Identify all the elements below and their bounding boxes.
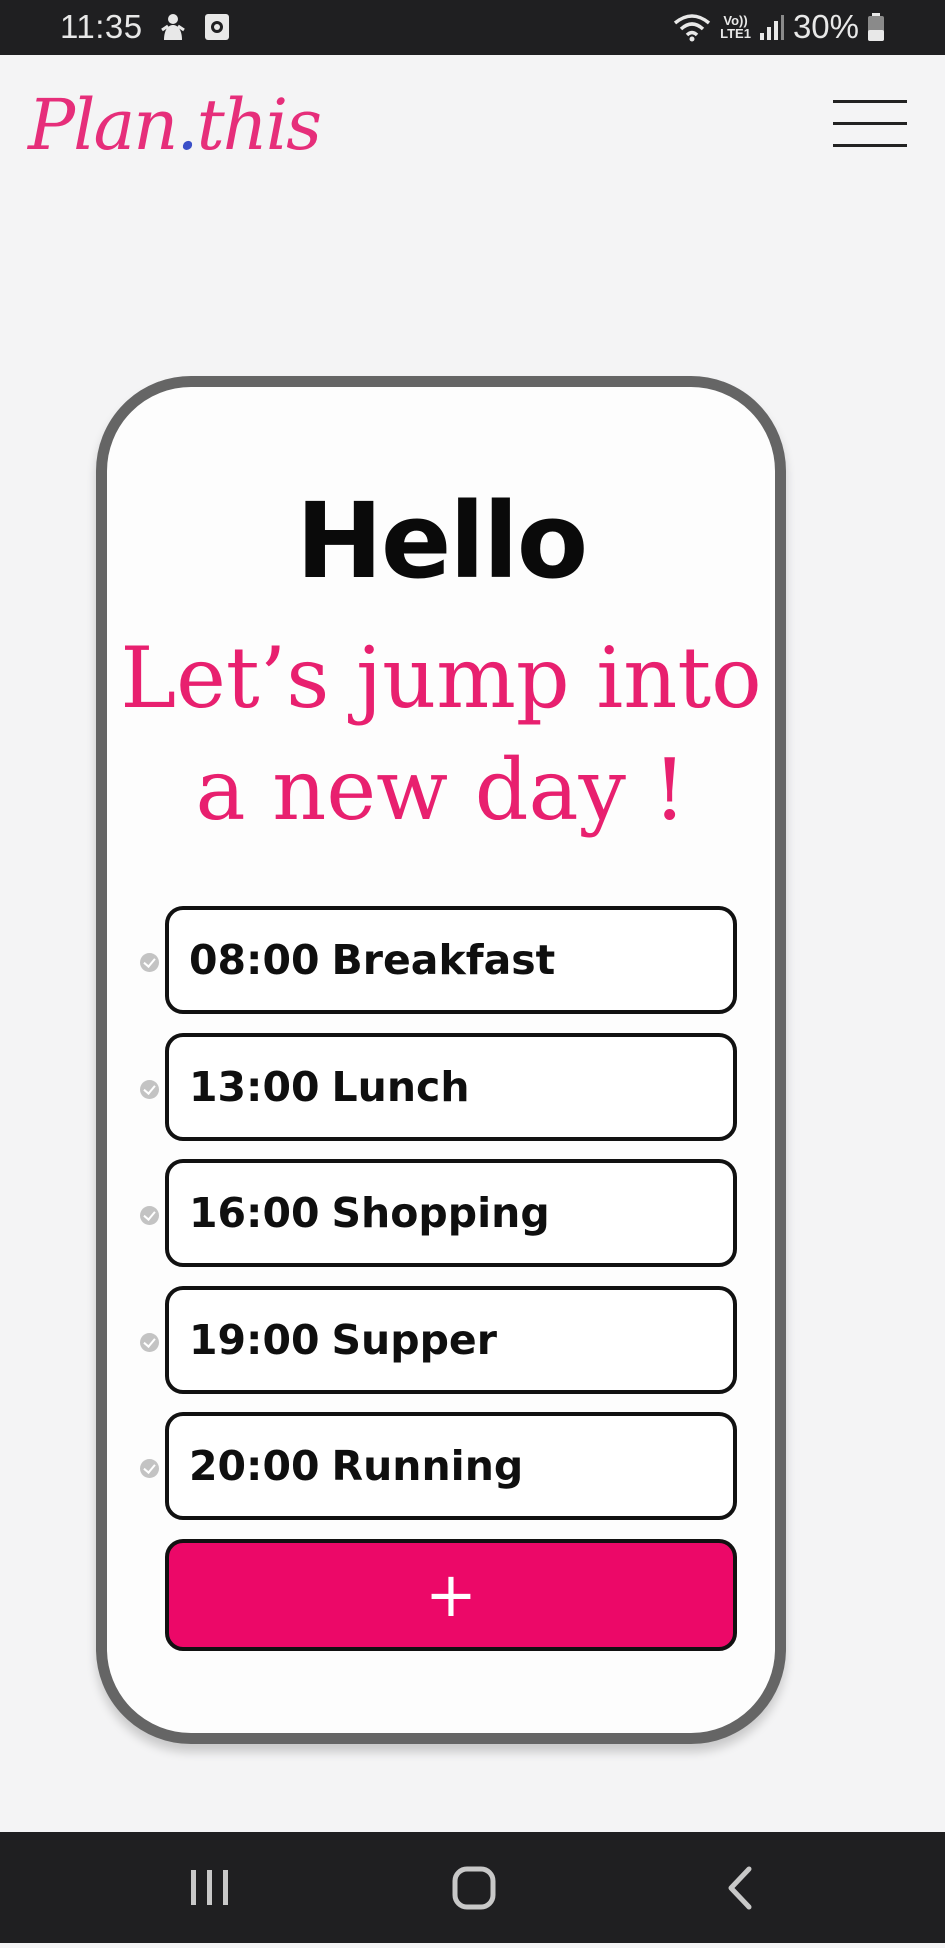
- schedule-item-box[interactable]: 08:00 Breakfast: [165, 906, 737, 1014]
- back-icon: [728, 1866, 752, 1910]
- schedule-item-box[interactable]: 16:00 Shopping: [165, 1159, 737, 1267]
- tagline-line-2: a new day !: [195, 741, 687, 839]
- recent-apps-button[interactable]: [155, 1832, 265, 1943]
- logo-text-this: this: [196, 84, 323, 166]
- screen-record-icon: [205, 14, 229, 40]
- hamburger-menu-button[interactable]: [833, 96, 907, 152]
- schedule-item: 19:00 Supper: [140, 1286, 740, 1396]
- schedule-item-label: Breakfast: [331, 936, 556, 984]
- status-time: 11:35: [60, 8, 143, 45]
- schedule-item-box[interactable]: 20:00 Running: [165, 1412, 737, 1520]
- navigation-bar: [0, 1832, 945, 1943]
- schedule-item-label: Running: [331, 1442, 524, 1490]
- notification-figure-icon: [161, 14, 185, 40]
- schedule-item-label: Lunch: [331, 1063, 470, 1111]
- schedule-item-label: Shopping: [331, 1189, 550, 1237]
- plus-icon: +: [425, 1558, 477, 1631]
- battery-percent: 30%: [792, 8, 859, 45]
- schedule-item-time: 13:00: [189, 1063, 320, 1111]
- schedule-item-box[interactable]: 19:00 Supper: [165, 1286, 737, 1394]
- check-circle-icon[interactable]: [140, 1206, 159, 1225]
- home-icon: [452, 1866, 496, 1910]
- schedule-item: 20:00 Running: [140, 1412, 740, 1522]
- app-logo[interactable]: Plan.this: [28, 80, 323, 170]
- add-item-button[interactable]: +: [165, 1539, 737, 1651]
- lte-indicator: Vo)) LTE1: [720, 14, 751, 40]
- schedule-item: 08:00 Breakfast: [140, 906, 740, 1016]
- status-system-icons: Vo)) LTE1 30%: [672, 8, 885, 46]
- schedule-item-box[interactable]: 13:00 Lunch: [165, 1033, 737, 1141]
- lte-label: LTE1: [720, 26, 751, 41]
- greeting-heading: Hello: [295, 480, 588, 602]
- check-circle-icon[interactable]: [140, 953, 159, 972]
- check-circle-icon[interactable]: [140, 1333, 159, 1352]
- status-bar: 11:35 Vo)) LTE1 30%: [0, 0, 945, 55]
- home-button[interactable]: [418, 1832, 528, 1943]
- schedule-item-label: Supper: [331, 1316, 497, 1364]
- tagline-line-1: Let’s jump into: [120, 629, 762, 727]
- tagline: Let’s jump into a new day !: [96, 622, 786, 846]
- back-button[interactable]: [685, 1832, 795, 1943]
- schedule-item-time: 16:00: [189, 1189, 320, 1237]
- recent-apps-icon: [191, 1870, 228, 1905]
- wifi-icon: [673, 14, 711, 42]
- signal-strength-icon: [759, 15, 784, 40]
- battery-icon: [868, 13, 884, 41]
- check-circle-icon[interactable]: [140, 1080, 159, 1099]
- logo-dot: .: [176, 84, 198, 166]
- schedule-item-time: 20:00: [189, 1442, 320, 1490]
- status-notification-icons: [160, 12, 230, 42]
- schedule-item: 13:00 Lunch: [140, 1033, 740, 1143]
- logo-text-plan: Plan: [28, 84, 178, 166]
- schedule-item-time: 08:00: [189, 936, 320, 984]
- schedule-item-time: 19:00: [189, 1316, 320, 1364]
- check-circle-icon[interactable]: [140, 1459, 159, 1478]
- schedule-item: 16:00 Shopping: [140, 1159, 740, 1269]
